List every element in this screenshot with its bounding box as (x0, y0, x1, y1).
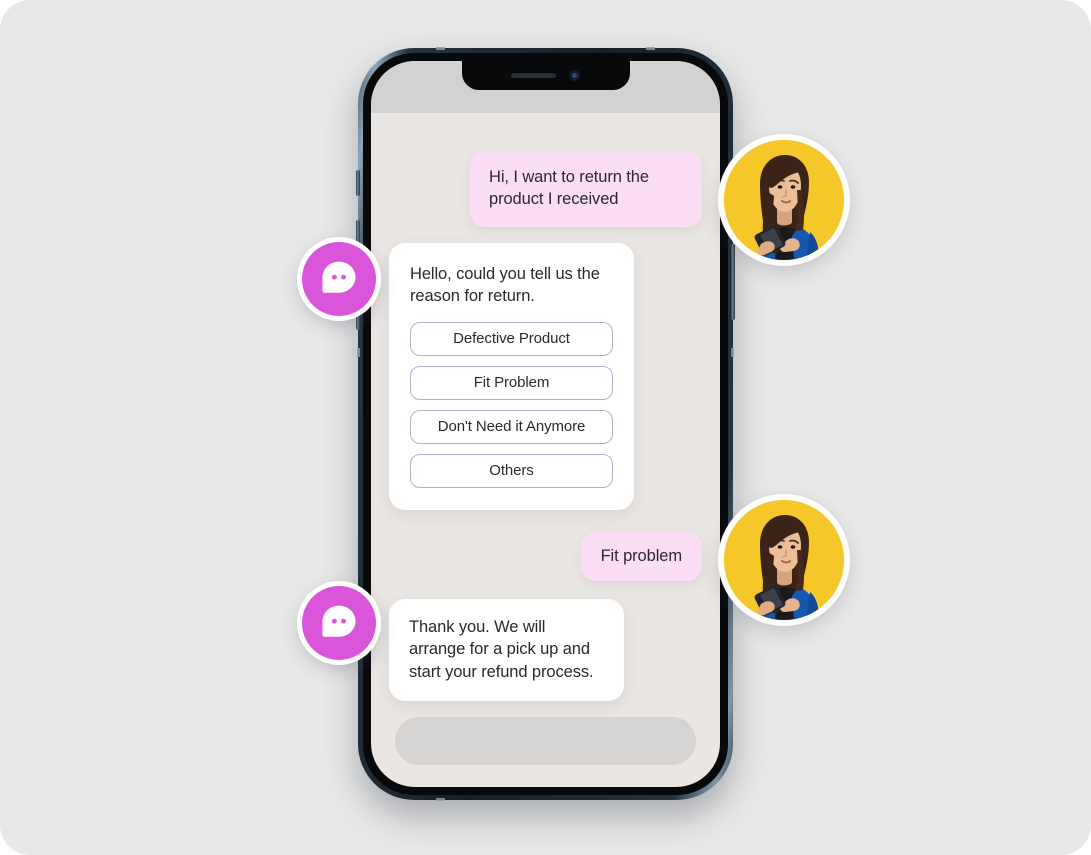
mute-switch[interactable] (356, 170, 360, 196)
phone-mockup: Hi, I want to return the product I recei… (356, 47, 735, 801)
antenna-band-top-right (646, 47, 655, 50)
chat-bubble-dots-icon (322, 605, 356, 637)
user-reply-bubble: Fit problem (580, 531, 702, 582)
phone-notch (461, 61, 630, 90)
woman-using-phone-avatar (724, 500, 844, 620)
customer-avatar-bottom[interactable] (718, 494, 850, 626)
phone-screen: Hi, I want to return the product I recei… (371, 61, 720, 787)
speaker-slit-icon (511, 73, 556, 78)
chat-bubble-dots-icon (322, 261, 356, 293)
return-reason-options: Defective Product Fit Problem Don't Need… (410, 321, 613, 488)
message-row-user: Hi, I want to return the product I recei… (389, 151, 702, 227)
bot-avatar-badge-bottom[interactable] (297, 581, 381, 665)
customer-avatar-top[interactable] (718, 134, 850, 266)
antenna-band-bottom-left (436, 798, 445, 801)
bot-options-card: Hello, could you tell us the reason for … (389, 242, 634, 510)
antenna-band-top-left (436, 47, 445, 50)
bot-avatar-badge-top[interactable] (297, 237, 381, 321)
option-fit-problem[interactable]: Fit Problem (410, 365, 613, 400)
user-message-bubble: Hi, I want to return the product I recei… (470, 151, 702, 227)
bot-closing-bubble: Thank you. We will arrange for a pick up… (389, 599, 624, 701)
bot-message-text: Hello, could you tell us the reason for … (410, 264, 600, 305)
avatar (724, 140, 844, 260)
option-others[interactable]: Others (410, 453, 613, 488)
message-input[interactable] (395, 716, 696, 765)
message-row-bot-options: Hello, could you tell us the reason for … (389, 242, 702, 510)
avatar (724, 500, 844, 620)
badge-disc (302, 242, 376, 316)
badge-disc (302, 586, 376, 660)
antenna-band-right (731, 348, 734, 357)
message-row-user-reply: Fit problem (389, 531, 702, 582)
front-camera-icon (569, 70, 580, 81)
woman-using-phone-avatar (724, 140, 844, 260)
chat-thread: Hi, I want to return the product I recei… (371, 113, 720, 787)
option-defective-product[interactable]: Defective Product (410, 321, 613, 356)
antenna-band-left (357, 348, 360, 357)
option-dont-need-it-anymore[interactable]: Don't Need it Anymore (410, 409, 613, 444)
composer-area (389, 716, 702, 787)
page-canvas: Hi, I want to return the product I recei… (0, 0, 1091, 855)
message-row-bot-closing: Thank you. We will arrange for a pick up… (389, 599, 702, 701)
